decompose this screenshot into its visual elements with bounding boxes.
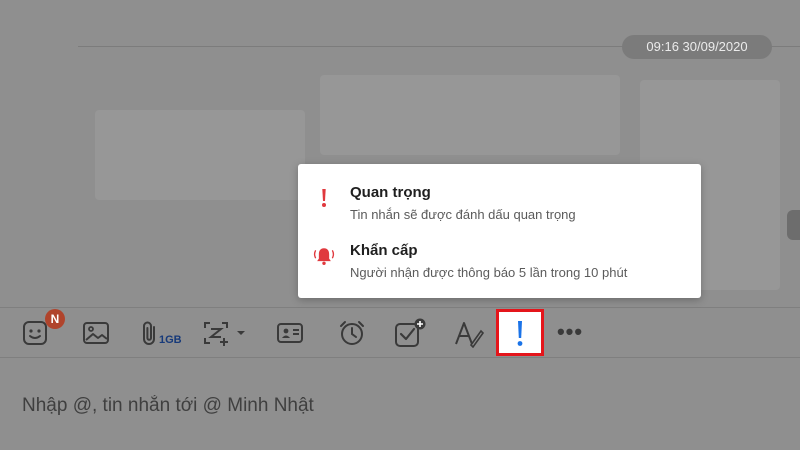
contact-card-icon [277, 323, 303, 343]
screenshot-icon [204, 322, 245, 346]
contact-card-button[interactable] [272, 316, 308, 350]
priority-option-urgent[interactable]: Khẩn cấp Người nhận được thông báo 5 lần… [298, 222, 701, 280]
important-icon-wrap [312, 186, 336, 210]
task-button[interactable] [392, 316, 428, 350]
priority-button[interactable] [496, 309, 544, 356]
exclamation-icon [517, 320, 523, 346]
message-input[interactable] [22, 393, 722, 419]
more-options-button[interactable]: ••• [553, 319, 587, 344]
urgent-icon-wrap [312, 244, 336, 268]
image-button[interactable] [78, 316, 114, 350]
bell-icon [313, 248, 335, 265]
more-dots-icon: ••• [556, 319, 584, 344]
priority-option-important[interactable]: Quan trọng Tin nhắn sẽ được đánh dấu qua… [298, 164, 701, 222]
alarm-clock-icon [340, 321, 364, 345]
screenshot-button[interactable] [200, 316, 252, 350]
faded-message [320, 75, 620, 155]
priority-menu: Quan trọng Tin nhắn sẽ được đánh dấu qua… [298, 164, 701, 298]
composer-toolbar [0, 307, 800, 358]
attachment-size-label: 1GB [159, 334, 182, 346]
task-checkbox-icon [395, 318, 426, 347]
side-panel-handle[interactable] [787, 210, 800, 240]
sticker-new-badge: N [45, 309, 65, 329]
exclamation-icon [322, 189, 326, 207]
image-icon [83, 322, 109, 344]
priority-option-description: Người nhận được thông báo 5 lần trong 10… [350, 265, 628, 280]
text-format-button[interactable] [450, 316, 486, 350]
faded-message [95, 110, 305, 200]
date-stamp: 09:16 30/09/2020 [622, 35, 772, 59]
reminder-button[interactable] [334, 316, 370, 350]
priority-option-description: Tin nhắn sẽ được đánh dấu quan trọng [350, 207, 576, 222]
text-format-icon [455, 322, 484, 348]
priority-option-title: Khẩn cấp [350, 242, 418, 259]
priority-option-title: Quan trọng [350, 184, 431, 201]
